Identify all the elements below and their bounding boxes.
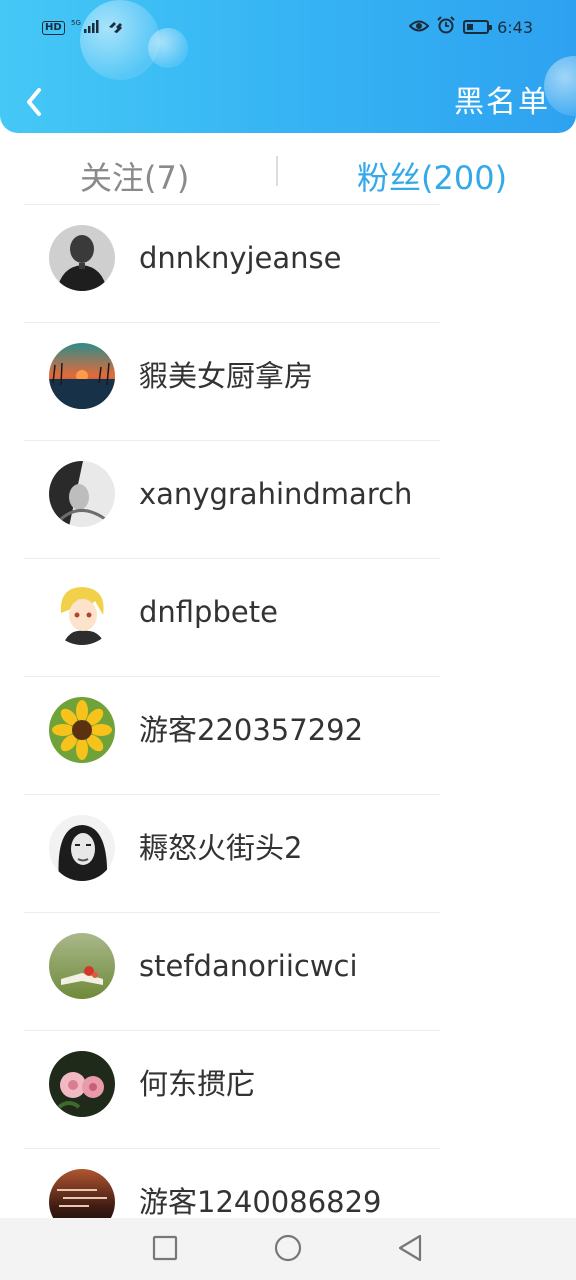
battery-icon bbox=[463, 20, 493, 34]
divider bbox=[24, 1148, 440, 1149]
woman-bw-portrait-photo bbox=[49, 815, 115, 881]
list-item[interactable]: 游客220357292 bbox=[0, 676, 576, 794]
list-item[interactable]: 貑美女厨拿房 bbox=[0, 322, 576, 440]
user-name: dnflpbete bbox=[139, 595, 278, 629]
user-name: 貑美女厨拿房 bbox=[139, 359, 314, 393]
status-bar-left: HD 5G bbox=[42, 18, 125, 38]
recent-apps-button[interactable] bbox=[149, 1232, 181, 1264]
avatar bbox=[49, 815, 115, 881]
user-name: 游客1240086829 bbox=[139, 1185, 382, 1218]
woman-monochrome-photo bbox=[49, 461, 115, 527]
back-button[interactable] bbox=[16, 80, 52, 124]
user-name: xanygrahindmarch bbox=[139, 477, 413, 511]
divider bbox=[24, 676, 440, 677]
divider bbox=[24, 1030, 440, 1031]
avatar bbox=[49, 697, 115, 763]
list-item[interactable]: dnnknyjeanse bbox=[0, 204, 576, 322]
recent-apps-icon bbox=[152, 1235, 178, 1261]
user-name: 何东掼庀 bbox=[139, 1067, 256, 1101]
list-item[interactable]: dnflpbete bbox=[0, 558, 576, 676]
avatar bbox=[49, 933, 115, 999]
divider bbox=[24, 322, 440, 323]
tab-following[interactable]: 关注(7) bbox=[80, 150, 189, 206]
pink-roses-photo bbox=[49, 1051, 115, 1117]
list-item[interactable]: xanygrahindmarch bbox=[0, 440, 576, 558]
sunset-lake-photo bbox=[49, 343, 115, 409]
avatar bbox=[49, 461, 115, 527]
user-name: stefdanoriicwci bbox=[139, 949, 358, 983]
status-bar: HD 5G 6:43 bbox=[0, 0, 576, 58]
divider bbox=[24, 558, 440, 559]
list-item[interactable]: 何东掼庀 bbox=[0, 1030, 576, 1148]
list-item[interactable]: 耨怒火街头2 bbox=[0, 794, 576, 912]
user-name: 游客220357292 bbox=[139, 713, 364, 747]
list-item[interactable]: 游客1240086829 bbox=[0, 1148, 576, 1218]
user-list: dnnknyjeanse 貑美女厨拿房 xanygrahindmarch dnf… bbox=[0, 204, 576, 1218]
clock-time: 6:43 bbox=[497, 17, 533, 37]
avatar bbox=[49, 579, 115, 645]
blacklist-screen: HD 5G 6:43 黑名单 关注(7) 粉丝(200) dnnknyjeans… bbox=[0, 0, 576, 1280]
list-item[interactable]: stefdanoriicwci bbox=[0, 912, 576, 1030]
avatar bbox=[49, 225, 115, 291]
system-nav-bar bbox=[0, 1218, 576, 1280]
avatar bbox=[49, 1169, 115, 1218]
divider bbox=[24, 440, 440, 441]
status-bar-right: 6:43 bbox=[408, 16, 533, 38]
svg-text:5G: 5G bbox=[71, 19, 81, 27]
alarm-icon bbox=[437, 16, 455, 38]
battery-level bbox=[467, 24, 474, 30]
avatar bbox=[49, 343, 115, 409]
back-icon bbox=[398, 1234, 422, 1262]
tab-bar: 关注(7) 粉丝(200) bbox=[0, 150, 576, 206]
wifi-signal-icon: 5G bbox=[71, 18, 101, 38]
user-name: 耨怒火街头2 bbox=[139, 831, 303, 865]
man-portrait-photo bbox=[49, 225, 115, 291]
page-title: 黑名单 bbox=[454, 85, 550, 120]
nfc-icon bbox=[107, 19, 125, 38]
anime-boy-avatar bbox=[49, 579, 115, 645]
chevron-left-icon bbox=[27, 88, 41, 116]
tab-divider bbox=[276, 156, 278, 186]
divider bbox=[24, 204, 440, 205]
divider bbox=[24, 912, 440, 913]
sunflower-photo bbox=[49, 697, 115, 763]
header: HD 5G 6:43 黑名单 bbox=[0, 0, 576, 133]
home-icon bbox=[274, 1234, 302, 1262]
book-flower-photo bbox=[49, 933, 115, 999]
hd-badge: HD bbox=[42, 21, 65, 35]
user-name: dnnknyjeanse bbox=[139, 241, 342, 275]
divider bbox=[24, 794, 440, 795]
eye-icon bbox=[408, 18, 430, 37]
dark-text-photo bbox=[49, 1169, 115, 1218]
nav-back-button[interactable] bbox=[394, 1232, 426, 1264]
avatar bbox=[49, 1051, 115, 1117]
home-button[interactable] bbox=[272, 1232, 304, 1264]
tab-followers[interactable]: 粉丝(200) bbox=[357, 150, 507, 206]
